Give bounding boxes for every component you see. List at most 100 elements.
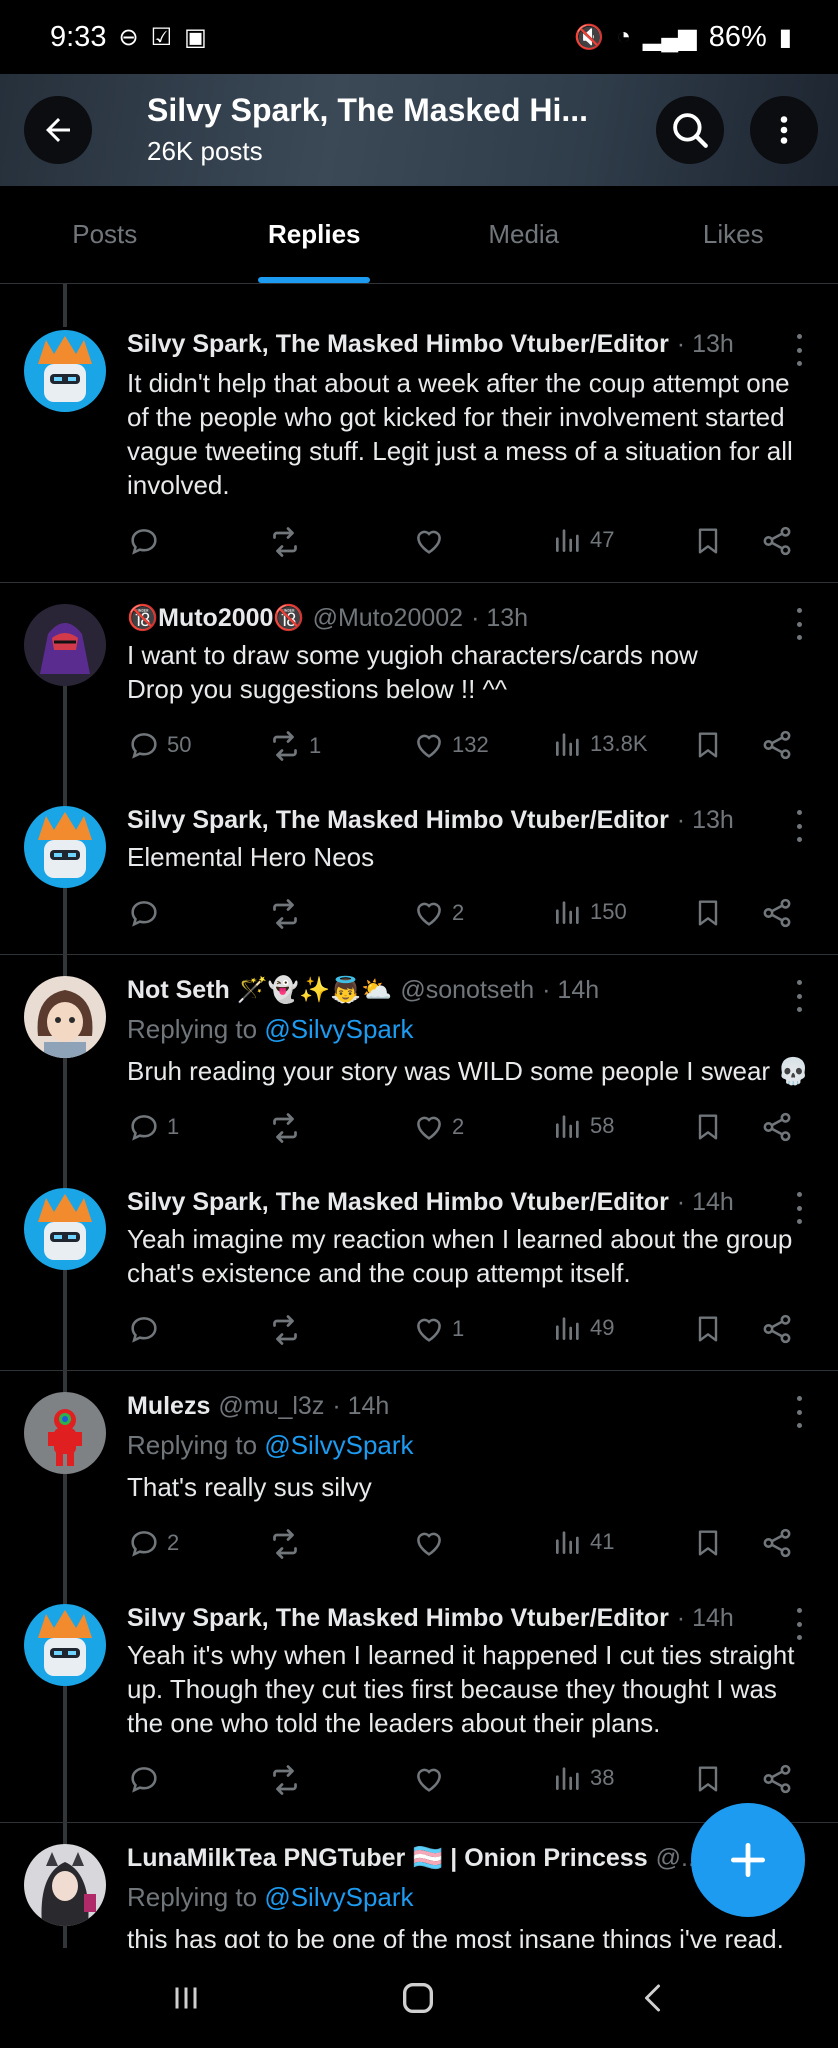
replying-to: Replying to @SilvySpark <box>127 1430 414 1460</box>
tweet-more-button[interactable] <box>788 1396 810 1428</box>
like-button[interactable]: 2 <box>412 896 464 930</box>
replying-to-handle[interactable]: @SilvySpark <box>264 1882 413 1912</box>
views-count[interactable]: 47 <box>552 524 614 556</box>
author-name[interactable]: Silvy Spark, The Masked Himbo Vtuber/Edi… <box>127 1188 669 1217</box>
bookmark-button[interactable] <box>692 1312 724 1346</box>
reply-button[interactable] <box>127 1312 167 1346</box>
repost-button[interactable] <box>267 1762 309 1798</box>
tweet-more-button[interactable] <box>788 1192 810 1224</box>
like-button[interactable]: 1 <box>412 1312 464 1346</box>
reply-button[interactable]: 1 <box>127 1110 179 1144</box>
repost-button[interactable] <box>267 896 309 932</box>
reply-button[interactable] <box>127 896 167 930</box>
silvy-avatar-icon <box>38 812 92 878</box>
share-button[interactable] <box>760 1762 794 1796</box>
like-button[interactable]: 2 <box>412 1110 464 1144</box>
like-button[interactable]: 132 <box>412 728 489 762</box>
reply-button[interactable] <box>127 1762 167 1796</box>
bookmark-button[interactable] <box>692 1526 724 1560</box>
back-arrow-icon <box>46 118 70 142</box>
tweet-text: Yeah it's why when I learned it happened… <box>127 1640 795 1738</box>
repost-button[interactable] <box>267 1110 309 1146</box>
back-button[interactable] <box>24 96 92 164</box>
reply-button[interactable]: 50 <box>127 728 191 762</box>
replying-to-handle[interactable]: @SilvySpark <box>264 1430 413 1460</box>
author-handle[interactable]: @mu_l3z <box>218 1392 324 1421</box>
views-count[interactable]: 13.8K <box>552 728 648 760</box>
bookmark-button[interactable] <box>692 1762 724 1796</box>
reply-button[interactable] <box>127 524 167 558</box>
tweet-text: Yeah imagine my reaction when I learned … <box>127 1224 793 1288</box>
replying-to-handle[interactable]: @SilvySpark <box>264 1014 413 1044</box>
avatar[interactable] <box>24 1188 106 1270</box>
home-button[interactable] <box>388 1972 448 2024</box>
bookmark-button[interactable] <box>692 728 724 762</box>
bookmark-button[interactable] <box>692 524 724 558</box>
author-name[interactable]: LunaMilkTea PNGTuber 🏳️‍⚧️ | Onion Princ… <box>127 1844 648 1873</box>
bookmark-button[interactable] <box>692 896 724 930</box>
more-options-button[interactable] <box>750 96 818 164</box>
author-name[interactable]: Silvy Spark, The Masked Himbo Vtuber/Edi… <box>127 806 669 835</box>
author-handle[interactable]: @Muto20002 <box>313 604 463 633</box>
compose-post-button[interactable] <box>691 1803 805 1917</box>
author-name[interactable]: 🔞Muto2000🔞 <box>127 604 305 633</box>
views-count[interactable]: 41 <box>552 1526 614 1558</box>
views-count[interactable]: 150 <box>552 896 627 928</box>
repost-button[interactable] <box>267 1526 309 1562</box>
repost-button[interactable]: 1 <box>267 728 321 764</box>
tweet-more-button[interactable] <box>788 980 810 1012</box>
tab-likes[interactable]: Likes <box>629 186 838 283</box>
bookmark-icon <box>698 1530 718 1556</box>
tab-media[interactable]: Media <box>419 186 629 283</box>
views-count[interactable]: 49 <box>552 1312 614 1344</box>
views-count[interactable]: 38 <box>552 1762 614 1794</box>
system-back-button[interactable] <box>624 1972 684 2024</box>
share-button[interactable] <box>760 1526 794 1560</box>
share-button[interactable] <box>760 524 794 558</box>
like-button[interactable] <box>412 1526 452 1560</box>
search-button[interactable] <box>656 96 724 164</box>
bookmark-button[interactable] <box>692 1110 724 1144</box>
tweet-more-button[interactable] <box>788 608 810 640</box>
recents-button[interactable] <box>156 1972 216 2024</box>
author-name[interactable]: Silvy Spark, The Masked Himbo Vtuber/Edi… <box>127 330 669 359</box>
avatar[interactable] <box>24 1844 106 1926</box>
share-button[interactable] <box>760 728 794 762</box>
muto-avatar-icon <box>40 623 90 674</box>
tweet-actions: 1 2 58 <box>127 1110 807 1150</box>
profile-name-title: Silvy Spark, The Masked Hi... <box>147 92 589 128</box>
author-name[interactable]: Silvy Spark, The Masked Himbo Vtuber/Edi… <box>127 1604 669 1633</box>
more-vertical-icon <box>780 116 788 144</box>
avatar[interactable] <box>24 1604 106 1686</box>
tweet-more-button[interactable] <box>788 1608 810 1640</box>
tweet-more-button[interactable] <box>788 810 810 842</box>
author-handle[interactable]: @sonotseth <box>400 976 534 1005</box>
like-button[interactable] <box>412 524 452 558</box>
avatar[interactable] <box>24 976 106 1058</box>
share-button[interactable] <box>760 896 794 930</box>
reply-button[interactable]: 2 <box>127 1526 179 1560</box>
repost-icon <box>273 1765 297 1795</box>
repost-button[interactable] <box>267 524 309 560</box>
avatar[interactable] <box>24 1392 106 1474</box>
tab-replies[interactable]: Replies <box>210 186 420 283</box>
like-button[interactable] <box>412 1762 452 1796</box>
tweet-text: It didn't help that about a week after t… <box>127 368 793 500</box>
views-count[interactable]: 58 <box>552 1110 614 1142</box>
views-chart-icon <box>556 901 579 924</box>
share-button[interactable] <box>760 1110 794 1144</box>
timestamp: · 14h <box>332 1392 390 1420</box>
repost-button[interactable] <box>267 1312 309 1348</box>
avatar[interactable] <box>24 604 106 686</box>
share-button[interactable] <box>760 1312 794 1346</box>
profile-header: Silvy Spark, The Masked Hi... 26K posts <box>0 74 838 186</box>
luna-avatar-icon <box>41 1852 96 1926</box>
tweet-more-button[interactable] <box>788 334 810 366</box>
repost-icon <box>273 1315 297 1345</box>
author-name[interactable]: Mulezs <box>127 1392 210 1421</box>
author-name[interactable]: Not Seth 🪄👻✨👼⛅ <box>127 976 392 1005</box>
tab-posts[interactable]: Posts <box>0 186 210 283</box>
avatar[interactable] <box>24 330 106 412</box>
replies-feed[interactable]: Silvy Spark, The Masked Himbo Vtuber/Edi… <box>0 284 838 1948</box>
avatar[interactable] <box>24 806 106 888</box>
